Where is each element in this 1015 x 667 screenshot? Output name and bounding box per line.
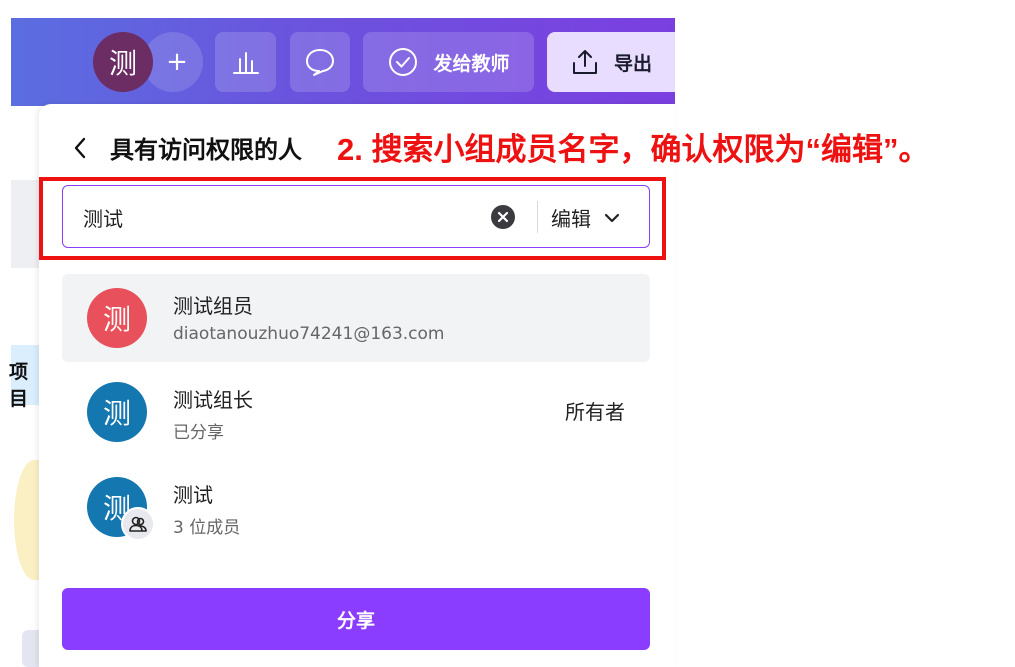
insights-button[interactable]: [215, 32, 276, 92]
background-tab: 项目: [9, 345, 39, 410]
result-email: diaotanouzhuo74241@163.com: [173, 324, 445, 344]
owner-label: 所有者: [565, 400, 625, 424]
avatar: 测: [87, 382, 147, 442]
avatar: 测: [87, 288, 147, 348]
send-to-teacher-button[interactable]: 发给教师: [363, 32, 534, 92]
check-circle-icon: [389, 48, 418, 76]
highlight-box: [39, 177, 666, 260]
panel-title: 具有访问权限的人: [110, 137, 302, 164]
group-icon: [121, 507, 155, 541]
comment-button[interactable]: [290, 32, 350, 92]
chart-icon: [232, 52, 259, 74]
avatar-initial: 测: [102, 303, 131, 336]
result-name: 测试: [173, 483, 213, 507]
export-label: 导出: [613, 52, 652, 75]
background-tab-label: 项目: [9, 361, 29, 410]
background-panel: [11, 180, 39, 268]
plus-icon: +: [166, 47, 188, 77]
result-member-count: 3 位成员: [173, 518, 241, 538]
comment-icon: [306, 49, 334, 76]
send-to-teacher-label: 发给教师: [433, 52, 510, 75]
result-name: 测试组员: [173, 294, 253, 318]
result-row[interactable]: 测 测试 3 位成员: [62, 463, 650, 551]
result-name: 测试组长: [173, 388, 253, 412]
instruction-annotation: 2. 搜索小组成员名字，确认权限为“编辑”。: [337, 132, 930, 167]
result-status: 已分享: [173, 423, 224, 443]
user-avatar[interactable]: 测: [93, 32, 153, 92]
avatar-initial: 测: [108, 47, 137, 80]
share-button[interactable]: 分享: [62, 588, 650, 650]
result-row[interactable]: 测 测试组长 已分享 所有者: [62, 368, 650, 456]
upload-icon: [572, 50, 597, 74]
back-arrow-icon[interactable]: [70, 134, 90, 162]
export-button[interactable]: 导出: [547, 32, 675, 92]
result-row[interactable]: 测 测试组员 diaotanouzhuo74241@163.com: [62, 274, 650, 362]
avatar-initial: 测: [102, 397, 131, 430]
